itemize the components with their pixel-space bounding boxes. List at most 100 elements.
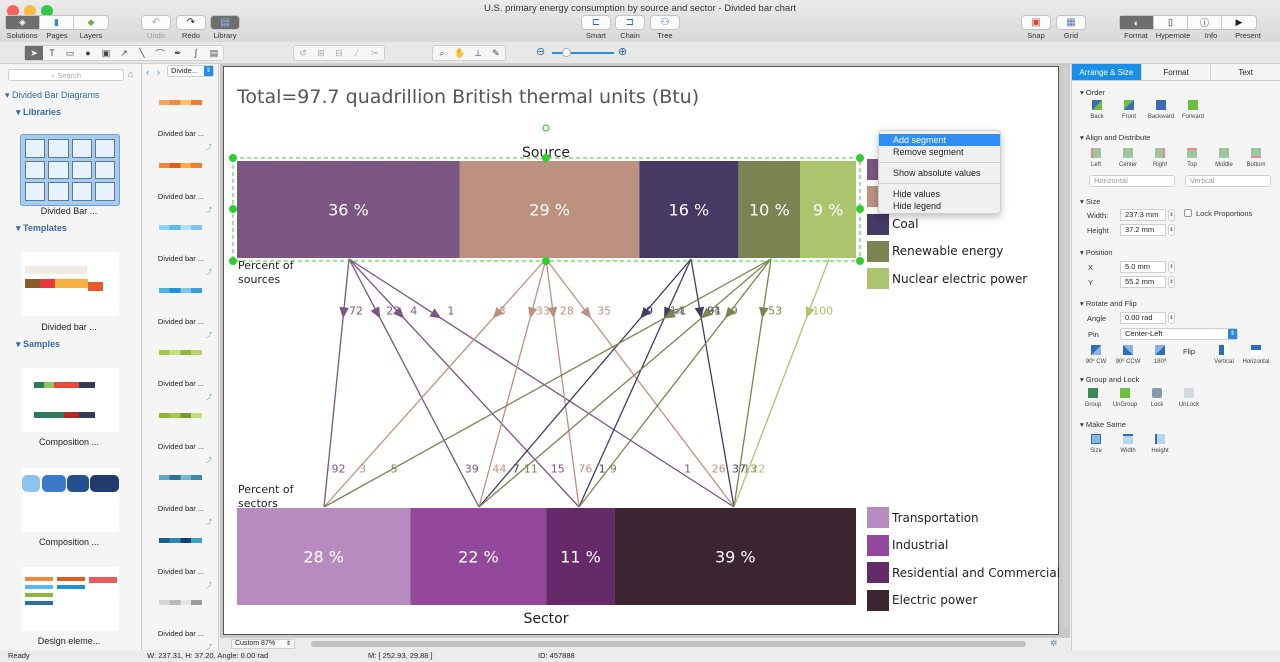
group-button[interactable]: Group <box>1077 388 1109 408</box>
x-stepper[interactable]: ⇕ <box>1168 261 1175 273</box>
library-object-preview[interactable] <box>159 350 202 355</box>
chain-button[interactable]: ⊐ <box>615 15 645 30</box>
same-height-button[interactable]: Height <box>1144 434 1176 454</box>
width-input[interactable]: 237.3 mm <box>1120 209 1166 221</box>
selection-handle[interactable] <box>229 257 237 265</box>
format-button[interactable]: ◐ <box>1120 16 1154 29</box>
rectangle-tool-icon[interactable]: ▭ <box>61 46 79 60</box>
library-object-preview[interactable] <box>159 475 202 480</box>
zoom-in-icon[interactable]: ⊕ <box>618 45 627 58</box>
present-button[interactable]: ▶ <box>1222 16 1256 29</box>
zoom-out-icon[interactable]: ⊖ <box>536 45 545 58</box>
tab-arrange-size[interactable]: Arrange & Size <box>1072 64 1142 80</box>
library-object-preview[interactable] <box>159 162 202 168</box>
grid-button[interactable]: ▦ <box>1056 15 1086 30</box>
menu-item-hide-values[interactable]: Hide values <box>879 188 1000 200</box>
info-button[interactable]: ⓘ <box>1188 16 1222 29</box>
section-group-lock[interactable]: ▾ Group and Lock <box>1080 375 1139 384</box>
zoom-level-select[interactable]: Custom 87% ⇕ <box>231 639 295 649</box>
tree-samples[interactable]: ▾ Samples <box>16 339 60 350</box>
flip-vertical-button[interactable]: Vertical <box>1208 345 1240 365</box>
tree-root-divided-bar-diagrams[interactable]: ▾ Divided Bar Diagrams <box>5 90 100 101</box>
library-object-label[interactable]: Divided bar ... <box>143 192 218 201</box>
library-object-preview[interactable] <box>159 412 202 418</box>
library-object-preview[interactable] <box>159 600 202 605</box>
height-stepper[interactable]: ⇕ <box>1168 224 1175 236</box>
hand-tool-icon[interactable]: ✋ <box>451 46 469 60</box>
disconnect-icon[interactable]: ✂ <box>366 46 384 60</box>
ellipse-tool-icon[interactable]: ● <box>79 46 97 60</box>
forward-button[interactable]: Forward <box>1177 100 1209 120</box>
rotate-icon[interactable]: ↺ <box>294 46 312 60</box>
menu-item-hide-legend[interactable]: Hide legend <box>879 200 1000 212</box>
text-tool-icon[interactable]: T <box>43 46 61 60</box>
menu-item-remove-segment[interactable]: Remove segment <box>879 146 1000 158</box>
arc-tool-icon[interactable]: ⌒ <box>151 46 169 60</box>
pin-select[interactable]: Center-Left ⇕ <box>1120 328 1238 340</box>
x-input[interactable]: 5.0 mm <box>1120 261 1166 273</box>
backward-button[interactable]: Backward <box>1145 100 1177 120</box>
library-thumbnail[interactable] <box>20 134 120 206</box>
connector-icon[interactable]: ⁄ <box>348 46 366 60</box>
back-button[interactable]: Back <box>1081 100 1113 120</box>
distribute-horizontal-select[interactable]: Horizontal <box>1089 175 1175 187</box>
menu-item-show-absolute-values[interactable]: Show absolute values <box>879 167 1000 179</box>
zoom-slider-thumb[interactable] <box>562 48 571 57</box>
selection-handle[interactable] <box>856 154 864 162</box>
undo-button[interactable]: ↶ <box>141 15 171 30</box>
section-size[interactable]: ▾ Size <box>1080 197 1100 206</box>
container-tool-icon[interactable]: ▣ <box>97 46 115 60</box>
stamp-tool-icon[interactable]: ⊥ <box>469 46 487 60</box>
same-width-button[interactable]: Width <box>1112 434 1144 454</box>
arrange-icon[interactable]: ⊟ <box>330 46 348 60</box>
tree-libraries[interactable]: ▾ Libraries <box>16 107 61 118</box>
distribute-vertical-select[interactable]: Vertical <box>1185 175 1271 187</box>
vertical-scrollbar[interactable] <box>1063 66 1068 626</box>
tab-format[interactable]: Format <box>1142 64 1212 80</box>
library-object-label[interactable]: Divided bar ... <box>143 442 218 451</box>
library-object-label[interactable]: Divided bar ... <box>143 317 218 326</box>
selection-handle[interactable] <box>542 257 550 265</box>
flip-horizontal-button[interactable]: Horizontal <box>1240 345 1272 365</box>
y-input[interactable]: 55.2 mm <box>1120 276 1166 288</box>
tree-button[interactable]: ⚇ <box>650 15 680 30</box>
rotate-90-cw-button[interactable]: 90º CW <box>1080 345 1112 365</box>
section-order[interactable]: ▾ Order <box>1080 88 1105 97</box>
smart-button[interactable]: ⊏ <box>581 15 611 30</box>
forward-nav-icon[interactable]: › <box>157 67 160 77</box>
section-align-distribute[interactable]: ▾ Align and Distribute <box>1080 133 1150 142</box>
redo-button[interactable]: ↷ <box>176 15 206 30</box>
note-tool-icon[interactable]: ▤ <box>205 46 223 60</box>
curve-tool-icon[interactable]: ∫ <box>187 46 205 60</box>
layers-button[interactable]: ◆ <box>74 16 108 29</box>
align-middle-button[interactable]: Middle <box>1208 148 1240 168</box>
selection-handle[interactable] <box>856 257 864 265</box>
library-manager-icon[interactable]: ⌂ <box>128 69 133 79</box>
align-center-button[interactable]: Center <box>1112 148 1144 168</box>
library-button[interactable]: ▤ <box>210 15 240 30</box>
pen-tool-icon[interactable]: ✒ <box>169 46 187 60</box>
lock-proportions-checkbox[interactable] <box>1184 209 1192 217</box>
eyedropper-icon[interactable]: ✎ <box>487 46 505 60</box>
height-input[interactable]: 37.2 mm <box>1120 224 1166 236</box>
group-align-icon[interactable]: ⊞ <box>312 46 330 60</box>
ungroup-button[interactable]: UnGroup <box>1109 388 1141 408</box>
tab-text[interactable]: Text <box>1211 64 1280 80</box>
rotate-90-ccw-button[interactable]: 90º CCW <box>1112 345 1144 365</box>
rotation-handle[interactable] <box>542 124 550 132</box>
selection-handle[interactable] <box>229 205 237 213</box>
align-top-button[interactable]: Top <box>1176 148 1208 168</box>
library-search-input[interactable]: ⌕ Search <box>8 69 124 81</box>
library-object-preview[interactable] <box>159 225 202 230</box>
section-rotate-flip[interactable]: ▾ Rotate and Flip <box>1080 299 1137 308</box>
snap-button[interactable]: ▣ <box>1021 15 1051 30</box>
align-right-button[interactable]: Right <box>1144 148 1176 168</box>
template-thumbnail[interactable] <box>22 252 119 316</box>
library-object-label[interactable]: Divided bar ... <box>143 504 218 513</box>
selection-handle[interactable] <box>542 154 550 162</box>
tree-templates[interactable]: ▾ Templates <box>16 223 67 234</box>
section-position[interactable]: ▾ Position <box>1080 248 1113 257</box>
back-nav-icon[interactable]: ‹ <box>146 67 149 77</box>
sample-thumbnail-1[interactable] <box>22 368 119 432</box>
line-tool-icon[interactable]: ╲ <box>133 46 151 60</box>
